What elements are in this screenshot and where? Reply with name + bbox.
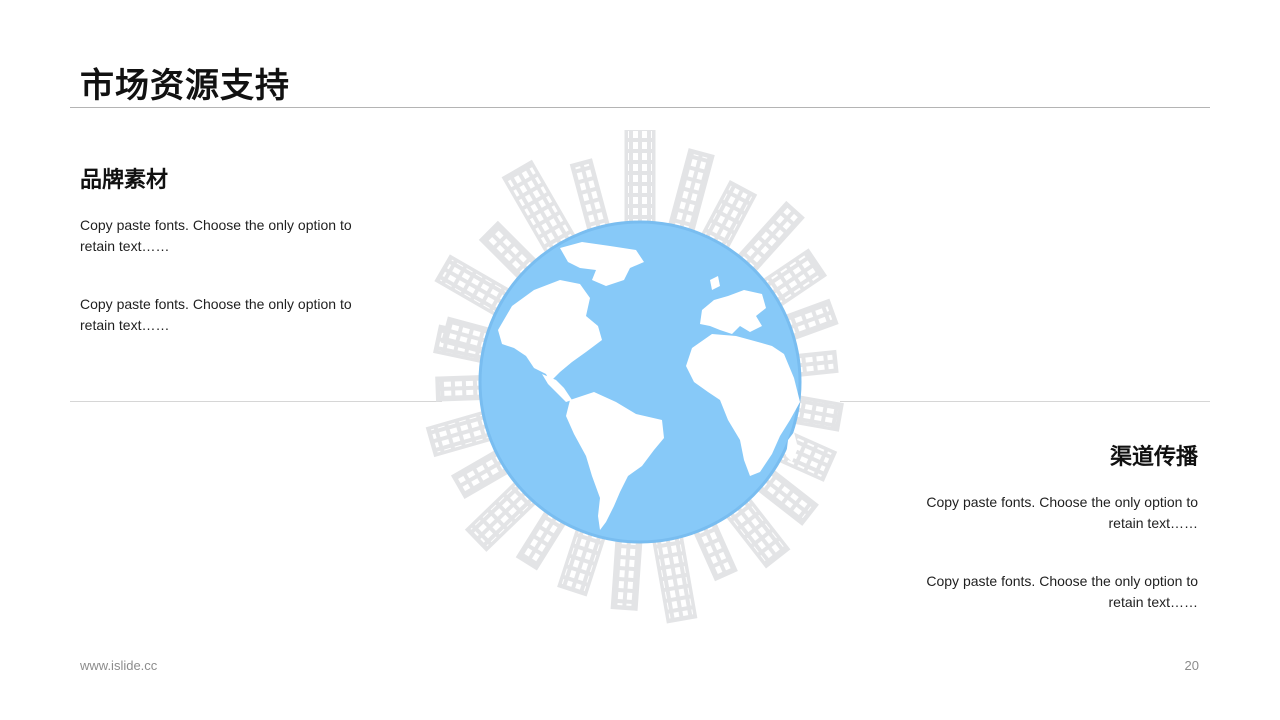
title-divider — [70, 107, 1210, 108]
globe-illustration — [410, 130, 870, 630]
left-divider — [70, 401, 442, 402]
brand-paragraph-2: Copy paste fonts. Choose the only option… — [80, 296, 352, 333]
slide-title: 市场资源支持 — [80, 66, 290, 106]
skyline-building — [651, 530, 698, 624]
skyline-building — [624, 130, 656, 229]
globe-with-city-skyline-icon — [425, 130, 844, 624]
channel-paragraph-1: Copy paste fonts. Choose the only option… — [926, 494, 1198, 531]
brand-section-heading: 品牌素材 — [80, 168, 169, 193]
channel-paragraph-2: Copy paste fonts. Choose the only option… — [926, 573, 1198, 610]
skyline-building — [610, 534, 643, 611]
channel-section-heading: 渠道传播 — [1109, 445, 1198, 470]
right-divider — [840, 401, 1210, 402]
brand-paragraph-1: Copy paste fonts. Choose the only option… — [80, 217, 352, 254]
page-number: 20 — [1184, 658, 1199, 673]
footer-url: www.islide.cc — [80, 658, 158, 673]
